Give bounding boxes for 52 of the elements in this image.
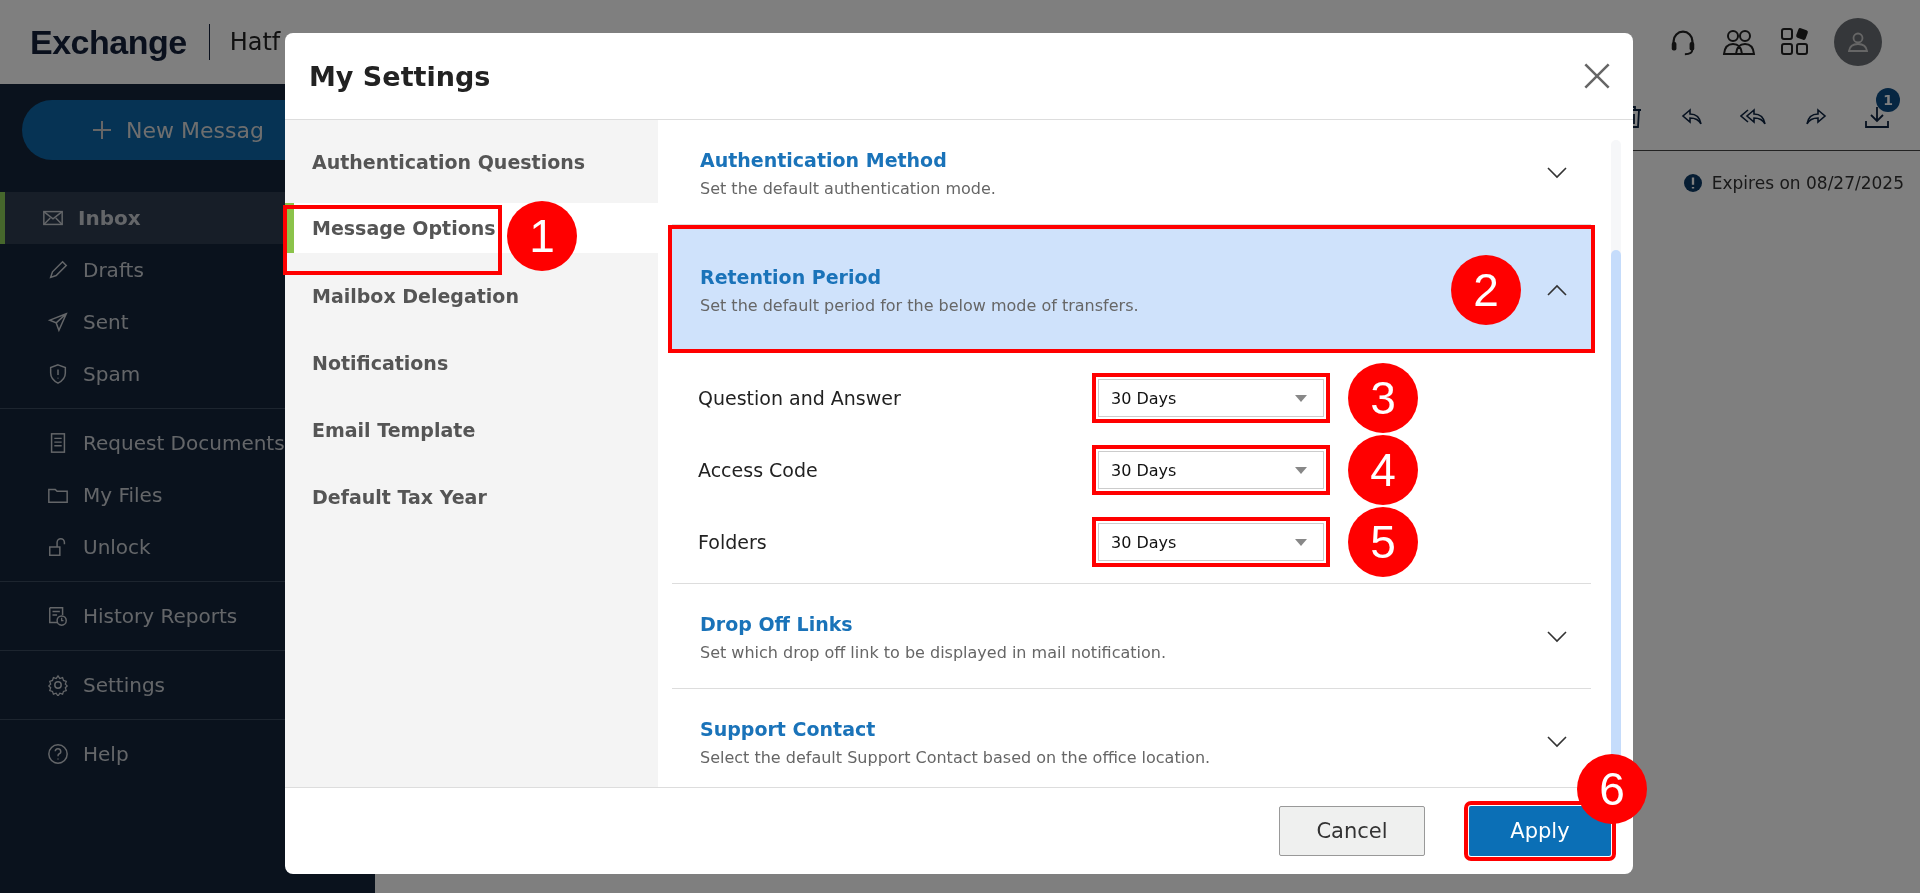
chevron-up-icon[interactable] (1547, 284, 1567, 296)
avatar-icon[interactable] (1834, 18, 1882, 66)
chevron-down-icon[interactable] (1547, 631, 1567, 643)
step-marker: 2 (1451, 255, 1521, 325)
section-title: Drop Off Links (700, 612, 854, 635)
apps-grid-icon[interactable] (1780, 27, 1810, 57)
settings-nav-item[interactable]: Notifications (285, 329, 658, 396)
sidebar-item[interactable]: Settings (0, 659, 375, 711)
report-clock-icon (47, 605, 69, 627)
download-icon[interactable] (1864, 104, 1890, 130)
caret-icon (1295, 466, 1307, 474)
dialog-title: My Settings (309, 60, 491, 92)
sidebar-item[interactable]: Help (0, 728, 375, 780)
notification-badge: 1 (1876, 88, 1900, 112)
dropdown[interactable]: 30 Days (1098, 379, 1324, 417)
field-label: Folders (698, 531, 768, 553)
section-description: Set the default period for the below mode of transfers. (700, 295, 1140, 315)
chevron-down-icon[interactable] (1547, 167, 1567, 179)
caret-icon (1295, 538, 1307, 546)
plus-icon (92, 120, 112, 140)
step-marker: 3 (1348, 363, 1418, 433)
field-label: Access Code (698, 459, 819, 481)
field-label: Question and Answer (698, 387, 902, 409)
shield-icon (47, 363, 69, 385)
people-icon[interactable] (1722, 28, 1756, 56)
dropdown[interactable]: 30 Days (1098, 523, 1324, 561)
sidebar-item[interactable]: History Reports (0, 590, 375, 642)
section-title: Support Contact (700, 717, 877, 740)
app-logo: Exchange (30, 22, 187, 62)
accordion-header[interactable]: Authentication Method Set the default authentication mode. (672, 120, 1591, 224)
pencil-icon (47, 259, 69, 281)
accordion-header[interactable]: Drop Off Links Set which drop off link to be displayed in mail notification. (672, 584, 1591, 688)
section-title: Authentication Method (700, 148, 948, 171)
section-title: Retention Period (700, 265, 883, 288)
dropdown[interactable]: 30 Days (1098, 451, 1324, 489)
account-name: Hatf (229, 28, 281, 56)
close-icon[interactable] (1583, 62, 1611, 90)
cancel-button[interactable]: Cancel (1279, 806, 1425, 856)
section-description: Set the default authentication mode. (700, 178, 997, 198)
section-description: Select the default Support Contact based on the office location. (700, 747, 1212, 767)
expiry-text: Expires on 08/27/2025 (1711, 173, 1904, 193)
step-marker: 4 (1348, 435, 1418, 505)
chevron-down-icon[interactable] (1547, 736, 1567, 748)
step-marker: 5 (1348, 507, 1418, 577)
help-icon (47, 743, 69, 765)
gear-icon (47, 674, 69, 696)
caret-icon (1295, 394, 1307, 402)
alert-icon (1683, 174, 1702, 192)
settings-nav-item[interactable]: Email Template (285, 396, 658, 463)
section-description: Set which drop off link to be displayed in mail notification. (700, 642, 1167, 662)
paper-plane-icon (47, 311, 69, 333)
step-marker: 1 (507, 201, 577, 271)
